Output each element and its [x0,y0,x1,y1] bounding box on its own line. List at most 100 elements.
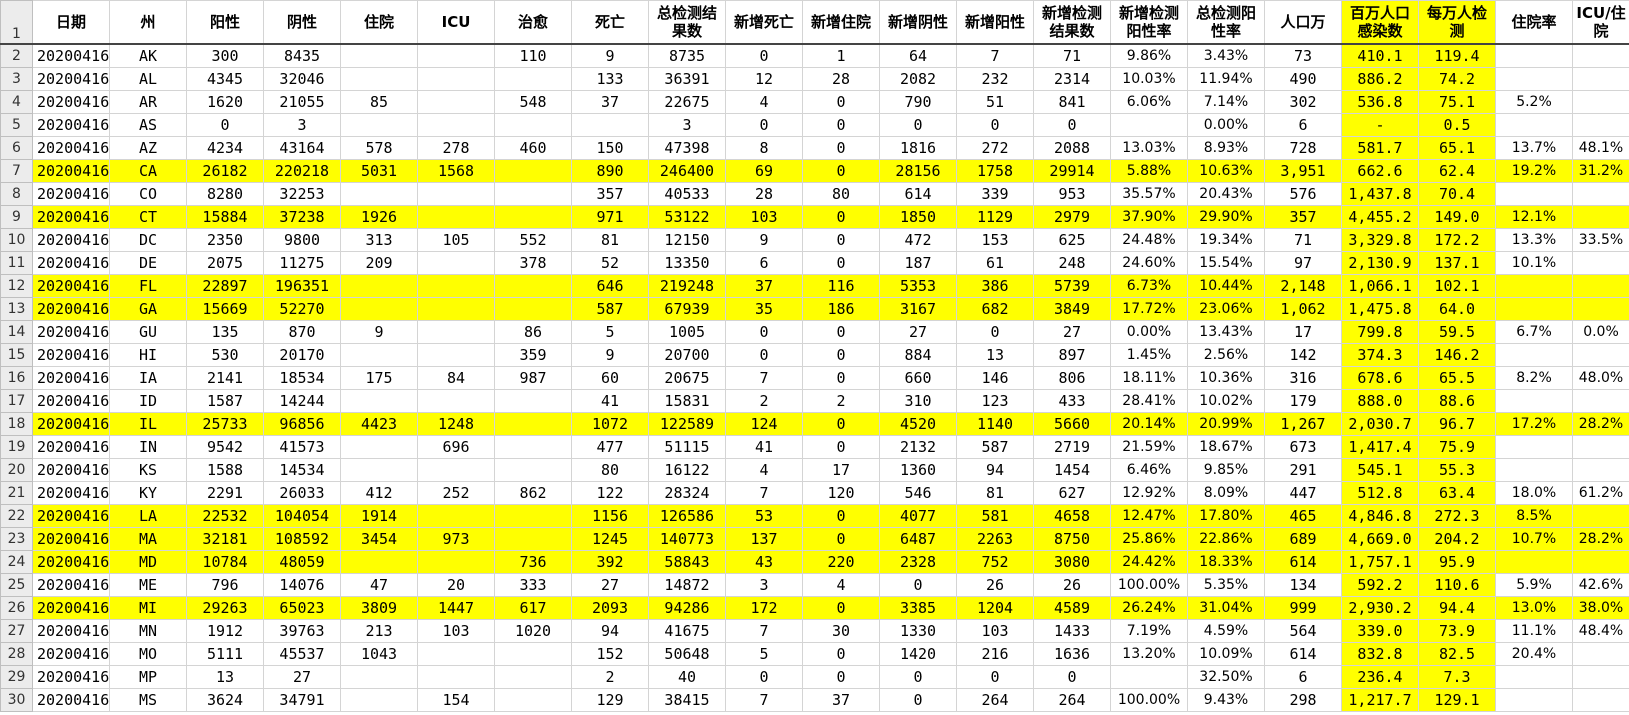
row-number[interactable]: 7 [0,159,33,183]
cell-new_pos[interactable]: 1204 [956,596,1034,620]
cell-recovered[interactable] [494,688,572,712]
cell-per_10k_tests[interactable]: 7.3 [1418,665,1496,689]
cell-icu_hosp[interactable] [1572,343,1629,367]
cell-population[interactable]: 689 [1264,527,1342,551]
cell-positive[interactable]: 300 [186,43,264,68]
cell-new_pos[interactable]: 682 [956,297,1034,321]
cell-recovered[interactable]: 736 [494,550,572,574]
cell-positive[interactable]: 8280 [186,182,264,206]
cell-new_neg[interactable]: 2082 [879,67,957,91]
cell-new_neg[interactable]: 187 [879,251,957,275]
cell-hospitalized[interactable] [340,665,418,689]
cell-date[interactable]: 20200416 [32,136,110,160]
cell-new_neg[interactable]: 6487 [879,527,957,551]
cell-state[interactable]: FL [109,274,187,298]
cell-icu[interactable] [417,297,495,321]
cell-total_pos_rate[interactable]: 10.09% [1187,642,1265,666]
cell-new_hosp[interactable]: 0 [802,159,880,183]
cell-total_pos_rate[interactable]: 7.14% [1187,90,1265,114]
cell-recovered[interactable]: 862 [494,481,572,505]
cell-date[interactable]: 20200416 [32,297,110,321]
cell-date[interactable]: 20200416 [32,90,110,114]
cell-new_pos[interactable]: 94 [956,458,1034,482]
cell-total_pos_rate[interactable]: 29.90% [1187,205,1265,229]
cell-new_neg[interactable]: 4077 [879,504,957,528]
column-header-per_10k_tests[interactable]: 每万人检测 [1418,0,1496,45]
row-number[interactable]: 20 [0,458,33,482]
cell-recovered[interactable]: 552 [494,228,572,252]
cell-date[interactable]: 20200416 [32,550,110,574]
cell-recovered[interactable] [494,665,572,689]
cell-deaths[interactable]: 150 [571,136,649,160]
cell-total_tests[interactable]: 219248 [648,274,726,298]
cell-icu_hosp[interactable] [1572,113,1629,137]
cell-population[interactable]: 316 [1264,366,1342,390]
cell-icu[interactable] [417,67,495,91]
cell-new_tests[interactable]: 897 [1033,343,1111,367]
cell-hosp_rate[interactable]: 10.1% [1495,251,1573,275]
cell-new_pos_rate[interactable]: 12.92% [1110,481,1188,505]
cell-new_hosp[interactable]: 0 [802,251,880,275]
row-number[interactable]: 6 [0,136,33,160]
column-header-icu[interactable]: ICU [417,0,495,45]
cell-per_10k_tests[interactable]: 102.1 [1418,274,1496,298]
cell-per_10k_tests[interactable]: 119.4 [1418,43,1496,68]
cell-per_10k_tests[interactable]: 204.2 [1418,527,1496,551]
cell-state[interactable]: DC [109,228,187,252]
cell-new_deaths[interactable]: 0 [725,320,803,344]
cell-date[interactable]: 20200416 [32,481,110,505]
cell-new_pos_rate[interactable]: 6.73% [1110,274,1188,298]
cell-new_neg[interactable]: 0 [879,113,957,137]
cell-deaths[interactable]: 2093 [571,596,649,620]
cell-icu_hosp[interactable] [1572,67,1629,91]
cell-new_pos_rate[interactable]: 100.00% [1110,688,1188,712]
cell-hospitalized[interactable] [340,274,418,298]
cell-deaths[interactable]: 27 [571,573,649,597]
cell-per_million[interactable]: 4,669.0 [1341,527,1419,551]
cell-recovered[interactable] [494,297,572,321]
cell-new_deaths[interactable]: 172 [725,596,803,620]
cell-per_10k_tests[interactable]: 272.3 [1418,504,1496,528]
cell-deaths[interactable]: 587 [571,297,649,321]
cell-new_pos_rate[interactable]: 20.14% [1110,412,1188,436]
cell-new_neg[interactable]: 1420 [879,642,957,666]
cell-icu[interactable]: 1248 [417,412,495,436]
cell-icu[interactable] [417,504,495,528]
cell-total_tests[interactable]: 47398 [648,136,726,160]
cell-total_pos_rate[interactable]: 10.44% [1187,274,1265,298]
cell-per_million[interactable]: 2,930.2 [1341,596,1419,620]
cell-new_neg[interactable]: 660 [879,366,957,390]
cell-positive[interactable]: 2350 [186,228,264,252]
cell-state[interactable]: IA [109,366,187,390]
row-number[interactable]: 1 [0,0,33,45]
cell-state[interactable]: KS [109,458,187,482]
cell-icu_hosp[interactable]: 61.2% [1572,481,1629,505]
cell-new_hosp[interactable]: 116 [802,274,880,298]
cell-total_tests[interactable]: 126586 [648,504,726,528]
cell-new_pos[interactable]: 2263 [956,527,1034,551]
cell-recovered[interactable]: 548 [494,90,572,114]
cell-new_tests[interactable]: 806 [1033,366,1111,390]
cell-icu[interactable]: 103 [417,619,495,643]
cell-icu[interactable]: 696 [417,435,495,459]
cell-per_10k_tests[interactable]: 63.4 [1418,481,1496,505]
cell-icu[interactable] [417,458,495,482]
column-header-recovered[interactable]: 治愈 [494,0,572,45]
cell-date[interactable]: 20200416 [32,228,110,252]
cell-icu_hosp[interactable] [1572,297,1629,321]
cell-per_10k_tests[interactable]: 62.4 [1418,159,1496,183]
cell-icu[interactable]: 1568 [417,159,495,183]
cell-state[interactable]: MS [109,688,187,712]
cell-negative[interactable]: 108592 [263,527,341,551]
cell-total_tests[interactable]: 16122 [648,458,726,482]
cell-per_million[interactable]: 374.3 [1341,343,1419,367]
cell-recovered[interactable] [494,182,572,206]
cell-new_tests[interactable]: 0 [1033,113,1111,137]
cell-per_million[interactable]: 2,030.7 [1341,412,1419,436]
cell-new_pos_rate[interactable]: 35.57% [1110,182,1188,206]
cell-icu_hosp[interactable]: 31.2% [1572,159,1629,183]
cell-negative[interactable]: 196351 [263,274,341,298]
cell-per_10k_tests[interactable]: 172.2 [1418,228,1496,252]
cell-new_deaths[interactable]: 7 [725,366,803,390]
cell-per_million[interactable]: 581.7 [1341,136,1419,160]
